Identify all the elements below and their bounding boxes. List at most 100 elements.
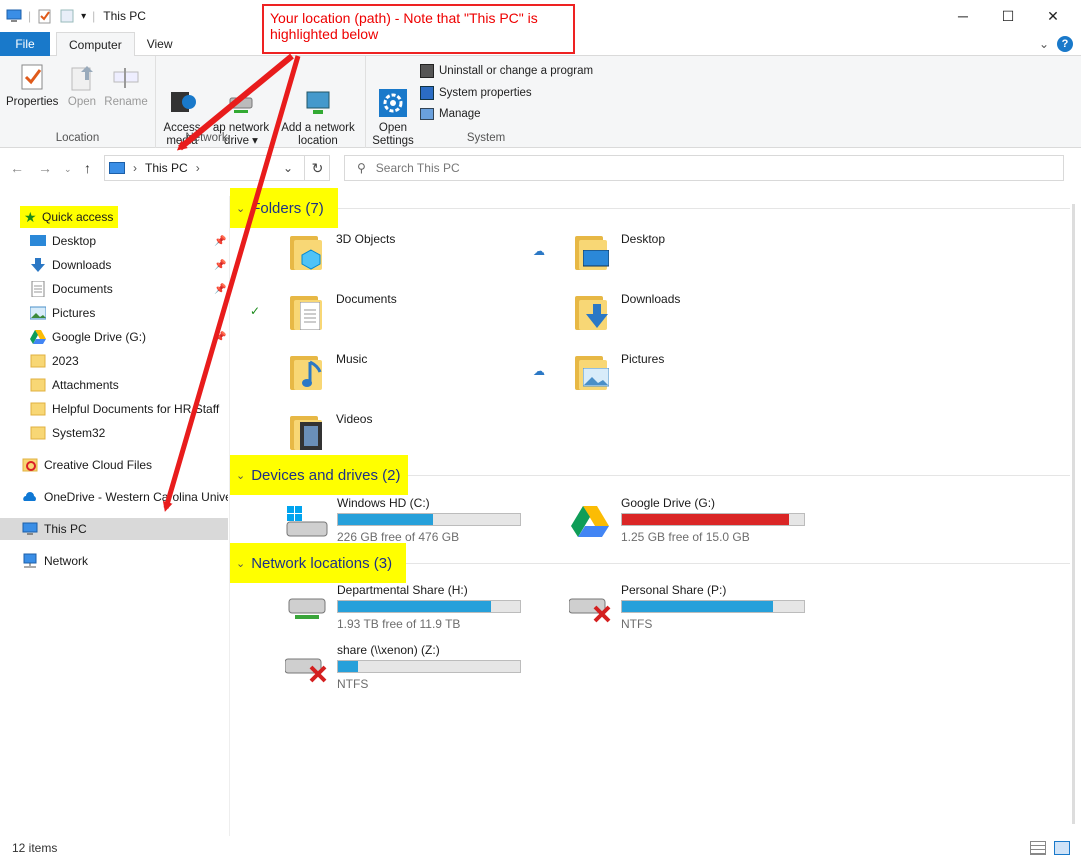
map-network-drive-icon xyxy=(226,75,256,113)
folders-section-header[interactable]: ⌄ Folders (7) xyxy=(230,188,338,228)
window-title: This PC xyxy=(103,9,146,23)
folder-3d-objects[interactable]: 3D Objects xyxy=(290,230,395,286)
drive-free-space: 1.25 GB free of 15.0 GB xyxy=(621,530,750,544)
nav-label: Network xyxy=(44,554,89,568)
drive-g[interactable]: Google Drive (G:) 1.25 GB free of 15.0 G… xyxy=(569,496,809,546)
quick-access-item[interactable]: ★ Quick access xyxy=(20,206,118,228)
nav-item-network[interactable]: Network xyxy=(22,550,88,572)
scrollbar-thumb[interactable] xyxy=(1072,204,1075,824)
open-button[interactable]: Open xyxy=(62,62,102,109)
search-input[interactable]: ⚲ Search This PC xyxy=(344,155,1064,181)
google-drive-icon xyxy=(30,329,46,345)
folder-documents[interactable]: Documents xyxy=(290,290,397,346)
address-path[interactable]: This PC xyxy=(145,161,188,175)
folder-label: Documents xyxy=(336,292,397,306)
forward-arrow-icon[interactable]: → xyxy=(38,160,52,176)
folder-icon xyxy=(30,353,46,369)
nav-label: Helpful Documents for HR Staff xyxy=(52,402,220,416)
drive-label: Departmental Share (H:) xyxy=(337,583,468,597)
nav-item-this-pc[interactable]: This PC xyxy=(0,518,228,540)
address-bar[interactable]: › This PC › ⌄ xyxy=(104,155,330,181)
rename-label: Rename xyxy=(104,96,148,108)
nav-item-attachments[interactable]: Attachments xyxy=(30,374,119,396)
address-separator-2[interactable]: › xyxy=(196,161,200,175)
nav-label: OneDrive - Western Carolina Univer xyxy=(44,490,228,504)
address-dropdown-icon[interactable]: ⌄ xyxy=(283,161,293,175)
chevron-down-icon: ⌄ xyxy=(236,202,246,215)
manage-button[interactable]: Manage xyxy=(420,108,481,120)
help-icon[interactable]: ? xyxy=(1057,36,1073,52)
annotation-callout: Your location (path) - Note that "This P… xyxy=(262,4,575,54)
tab-file[interactable]: File xyxy=(0,32,50,56)
nav-item-creative-cloud[interactable]: Creative Cloud Files xyxy=(22,454,152,476)
drive-free-space: 1.93 TB free of 11.9 TB xyxy=(337,617,461,631)
status-bar: 12 items xyxy=(0,838,1081,858)
chevron-down-icon: ⌄ xyxy=(236,469,246,482)
nav-label: Google Drive (G:) xyxy=(52,330,147,344)
maximize-button[interactable]: ☐ xyxy=(985,0,1031,32)
scrollbar[interactable] xyxy=(1068,196,1081,836)
rename-button[interactable]: Rename xyxy=(102,62,150,109)
disconnected-drive-icon xyxy=(568,591,613,625)
refresh-button[interactable]: ↻ xyxy=(304,155,330,181)
drive-filesystem: NTFS xyxy=(337,677,369,691)
nav-item-pictures[interactable]: Pictures xyxy=(30,302,95,324)
back-arrow-icon[interactable]: ← xyxy=(10,160,24,176)
customize-toolbar-icon[interactable]: ▾ xyxy=(81,11,86,22)
documents-folder-icon xyxy=(290,290,324,330)
nav-item-2023[interactable]: 2023 xyxy=(30,350,79,372)
expand-ribbon-icon[interactable]: ⌄ xyxy=(1039,37,1049,51)
folder-pictures[interactable]: Pictures xyxy=(575,350,664,406)
music-folder-icon xyxy=(290,350,324,390)
pin-icon: 📌 xyxy=(214,236,227,247)
network-drive-h[interactable]: Departmental Share (H:) 1.93 TB free of … xyxy=(285,583,525,633)
system-properties-button[interactable]: System properties xyxy=(420,86,532,100)
large-icons-view-icon[interactable] xyxy=(1054,841,1070,855)
network-group-label: Network xyxy=(185,132,228,144)
nav-label: Documents xyxy=(52,282,113,296)
drive-label: share (\\xenon) (Z:) xyxy=(337,643,440,657)
nav-label: This PC xyxy=(44,522,87,536)
desktop-icon xyxy=(30,233,46,249)
folder-desktop[interactable]: Desktop xyxy=(575,230,665,286)
folder-music[interactable]: Music xyxy=(290,350,367,406)
nav-item-google-drive[interactable]: Google Drive (G:) xyxy=(30,326,146,348)
network-section-header[interactable]: ⌄ Network locations (3) xyxy=(230,543,406,583)
folder-downloads[interactable]: Downloads xyxy=(575,290,680,346)
details-view-icon[interactable] xyxy=(1030,841,1046,855)
new-folder-quick-icon[interactable] xyxy=(59,8,75,24)
nav-item-desktop[interactable]: Desktop xyxy=(30,230,96,252)
properties-button[interactable]: Properties xyxy=(6,62,58,109)
properties-quick-icon[interactable] xyxy=(37,8,53,24)
navigation-pane: ★ Quick access Desktop 📌 Downloads 📌 Doc… xyxy=(0,196,230,836)
drive-c[interactable]: Windows HD (C:) 226 GB free of 476 GB xyxy=(285,496,525,546)
nav-item-helpful-documents[interactable]: Helpful Documents for HR Staff xyxy=(30,398,226,420)
manage-icon xyxy=(420,108,434,120)
nav-item-onedrive[interactable]: OneDrive - Western Carolina Univer xyxy=(22,486,228,508)
tab-computer[interactable]: Computer xyxy=(56,32,135,57)
this-pc-icon xyxy=(22,521,38,537)
drive-label: Google Drive (G:) xyxy=(621,496,716,510)
network-drive-p[interactable]: Personal Share (P:) NTFS xyxy=(568,583,809,633)
close-button[interactable]: ✕ xyxy=(1030,0,1076,32)
devices-section-header[interactable]: ⌄ Devices and drives (2) xyxy=(230,455,408,495)
add-network-location-icon xyxy=(303,75,333,114)
access-media-icon xyxy=(167,75,197,112)
synced-check-icon: ✓ xyxy=(250,304,261,318)
open-label: Open xyxy=(67,96,97,108)
minimize-button[interactable]: ─ xyxy=(940,0,986,32)
recent-locations-icon[interactable]: ⌄ xyxy=(64,164,72,175)
folder-label: Videos xyxy=(336,412,373,426)
quick-access-label: Quick access xyxy=(42,210,114,224)
folder-icon xyxy=(30,377,46,393)
up-arrow-icon[interactable]: ↑ xyxy=(84,160,91,176)
drive-label: Personal Share (P:) xyxy=(621,583,727,597)
manage-label: Manage xyxy=(439,108,481,120)
nav-item-system32[interactable]: System32 xyxy=(30,422,105,444)
nav-item-documents[interactable]: Documents xyxy=(30,278,113,300)
tab-view[interactable]: View xyxy=(135,32,185,56)
network-drive-z[interactable]: share (\\xenon) (Z:) NTFS xyxy=(284,643,525,693)
uninstall-program-button[interactable]: Uninstall or change a program xyxy=(420,64,593,78)
nav-item-downloads[interactable]: Downloads xyxy=(30,254,111,276)
pin-icon: 📌 xyxy=(214,332,227,343)
